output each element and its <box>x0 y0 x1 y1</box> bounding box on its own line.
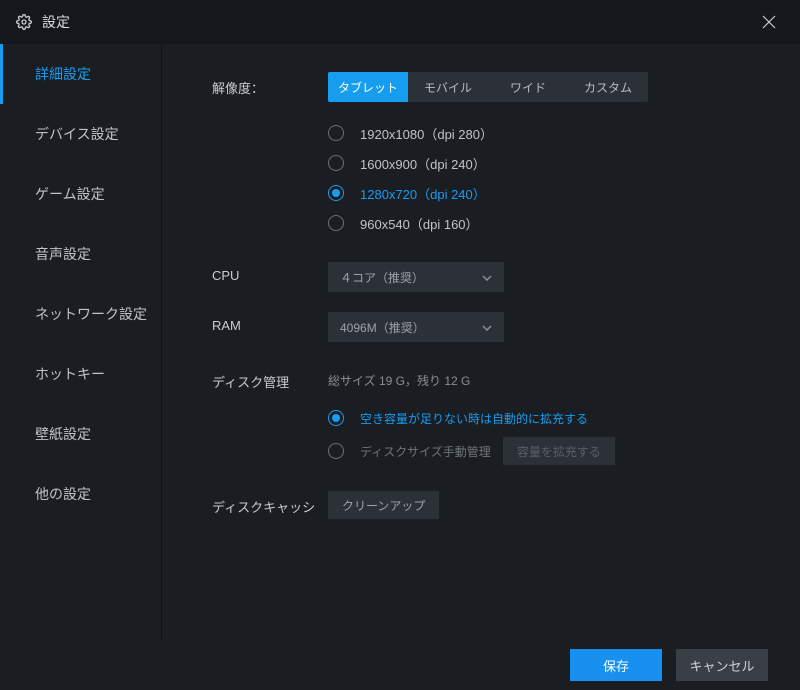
tab-wide[interactable]: ワイド <box>488 72 568 102</box>
footer: 保存 キャンセル <box>0 640 800 690</box>
sidebar-label: ゲーム設定 <box>35 184 105 204</box>
sidebar-label: 詳細設定 <box>35 64 91 84</box>
row-disk: ディスク管理 総サイズ 19 G，残り 12 G 空き容量が足りない時は自動的に… <box>212 366 760 469</box>
cpu-select[interactable]: ４コア（推奨） <box>328 262 504 292</box>
sidebar-item-game[interactable]: ゲーム設定 <box>0 164 161 224</box>
radio-icon <box>328 215 344 231</box>
disk-option-label: ディスクサイズ手動管理 <box>360 443 491 460</box>
radio-icon <box>328 185 344 201</box>
resolution-option-label: 1600x900（dpi 240） <box>360 154 486 173</box>
resolution-option-label: 1920x1080（dpi 280） <box>360 124 493 143</box>
sidebar-item-wallpaper[interactable]: 壁紙設定 <box>0 404 161 464</box>
disk-option-auto[interactable]: 空き容量が足りない時は自動的に拡充する <box>328 403 760 433</box>
radio-icon <box>328 155 344 171</box>
ram-select[interactable]: 4096M（推奨） <box>328 312 504 342</box>
content: 解像度： タブレット モバイル ワイド カスタム 1920x1080（dpi 2… <box>162 44 800 640</box>
cpu-label: CPU <box>212 262 328 283</box>
row-cpu: CPU ４コア（推奨） <box>212 262 760 292</box>
resolution-option[interactable]: 960x540（dpi 160） <box>328 208 760 238</box>
row-cache: ディスクキャッシ クリーンアップ <box>212 491 760 519</box>
cancel-button[interactable]: キャンセル <box>676 649 768 681</box>
disk-option-manual[interactable]: ディスクサイズ手動管理 容量を拡充する <box>328 433 760 469</box>
expand-disk-button: 容量を拡充する <box>503 437 615 465</box>
ram-label: RAM <box>212 312 328 333</box>
tab-mobile[interactable]: モバイル <box>408 72 488 102</box>
disk-summary: 総サイズ 19 G，残り 12 G <box>328 366 760 389</box>
resolution-option[interactable]: 1920x1080（dpi 280） <box>328 118 760 148</box>
gear-icon <box>16 14 32 30</box>
sidebar-item-other[interactable]: 他の設定 <box>0 464 161 524</box>
radio-icon <box>328 125 344 141</box>
sidebar-label: 音声設定 <box>35 244 91 264</box>
sidebar-label: 壁紙設定 <box>35 424 91 444</box>
cleanup-button[interactable]: クリーンアップ <box>328 491 439 519</box>
sidebar-item-network[interactable]: ネットワーク設定 <box>0 284 161 344</box>
resolution-option-label: 960x540（dpi 160） <box>360 214 479 233</box>
row-resolution: 解像度： タブレット モバイル ワイド カスタム 1920x1080（dpi 2… <box>212 72 760 238</box>
radio-icon <box>328 443 344 459</box>
cache-label: ディスクキャッシ <box>212 491 328 516</box>
sidebar-item-hotkey[interactable]: ホットキー <box>0 344 161 404</box>
row-ram: RAM 4096M（推奨） <box>212 312 760 342</box>
tab-custom[interactable]: カスタム <box>568 72 648 102</box>
resolution-option[interactable]: 1600x900（dpi 240） <box>328 148 760 178</box>
save-button[interactable]: 保存 <box>570 649 662 681</box>
titlebar: 設定 <box>0 0 800 44</box>
window-title: 設定 <box>42 12 754 32</box>
disk-option-label: 空き容量が足りない時は自動的に拡充する <box>360 410 588 427</box>
sidebar: 詳細設定 デバイス設定 ゲーム設定 音声設定 ネットワーク設定 ホットキー 壁紙… <box>0 44 162 640</box>
radio-icon <box>328 410 344 426</box>
chevron-down-icon <box>482 320 492 334</box>
sidebar-label: デバイス設定 <box>35 124 119 144</box>
disk-label: ディスク管理 <box>212 366 328 391</box>
sidebar-item-audio[interactable]: 音声設定 <box>0 224 161 284</box>
resolution-option-label: 1280x720（dpi 240） <box>360 184 486 203</box>
sidebar-item-device[interactable]: デバイス設定 <box>0 104 161 164</box>
sidebar-label: 他の設定 <box>35 484 91 504</box>
sidebar-label: ネットワーク設定 <box>35 304 147 324</box>
cpu-value: ４コア（推奨） <box>340 269 424 286</box>
close-button[interactable] <box>754 7 784 37</box>
resolution-tabs: タブレット モバイル ワイド カスタム <box>328 72 648 102</box>
ram-value: 4096M（推奨） <box>340 319 425 336</box>
resolution-option[interactable]: 1280x720（dpi 240） <box>328 178 760 208</box>
resolution-options: 1920x1080（dpi 280） 1600x900（dpi 240） 128… <box>328 118 760 238</box>
tab-tablet[interactable]: タブレット <box>328 72 408 102</box>
resolution-label: 解像度： <box>212 72 328 97</box>
sidebar-item-advanced[interactable]: 詳細設定 <box>0 44 161 104</box>
chevron-down-icon <box>482 270 492 284</box>
sidebar-label: ホットキー <box>35 364 105 384</box>
